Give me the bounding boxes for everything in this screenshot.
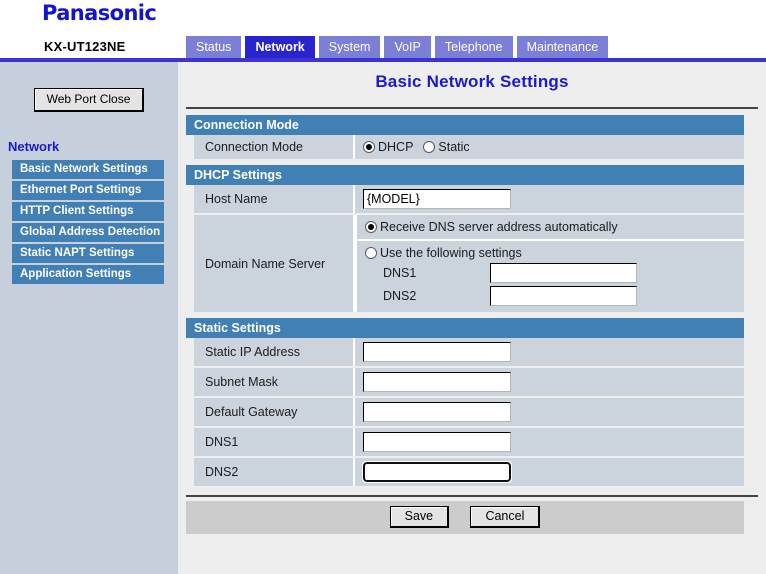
sidebar-item-basic-network-settings[interactable]: Basic Network Settings: [12, 160, 164, 179]
radio-dhcp[interactable]: [363, 141, 375, 153]
radio-dns-auto[interactable]: [365, 221, 377, 233]
table-row: DNS1: [186, 428, 744, 456]
radio-static-label: Static: [438, 140, 469, 154]
radio-dns-auto-label: Receive DNS server address automatically: [380, 220, 618, 234]
connection-mode-radio-group: DHCP Static: [363, 140, 470, 154]
tab-status[interactable]: Status: [186, 36, 241, 58]
tab-telephone[interactable]: Telephone: [435, 36, 513, 58]
dhcp-settings-section-header: DHCP Settings: [186, 165, 744, 185]
dhcp-dns1-input[interactable]: [490, 263, 637, 283]
host-name-row: Host Name: [186, 185, 744, 213]
main-content: Basic Network Settings Connection Mode C…: [178, 62, 766, 574]
dns-manual-radio-line: Use the following settings: [365, 246, 744, 260]
domain-name-server-value-cell: Receive DNS server address automatically…: [353, 215, 744, 312]
static-static-ip-address-input[interactable]: [363, 342, 511, 362]
radio-dns-manual[interactable]: [365, 247, 377, 259]
host-name-value-cell: [353, 185, 744, 213]
dhcp-dns1-row: DNS1: [365, 263, 744, 283]
dhcp-dns2-input[interactable]: [490, 286, 637, 306]
dhcp-dns2-label: DNS2: [383, 289, 490, 303]
sidebar-item-http-client-settings[interactable]: HTTP Client Settings: [12, 202, 164, 221]
tab-system[interactable]: System: [319, 36, 381, 58]
static-default-gateway-label: Default Gateway: [194, 398, 353, 426]
static-dns1-input[interactable]: [363, 432, 511, 452]
top-divider: [186, 107, 758, 109]
connection-mode-row: Connection Mode DHCP Static: [186, 135, 744, 159]
connection-mode-section-header: Connection Mode: [186, 115, 744, 135]
page-title: Basic Network Settings: [178, 62, 766, 92]
row-gutter: [186, 458, 194, 486]
web-port-close-button[interactable]: Web Port Close: [34, 88, 145, 112]
static-static-ip-address-value-cell: [353, 338, 744, 366]
tab-network[interactable]: Network: [245, 36, 314, 58]
domain-name-server-row: Domain Name Server Receive DNS server ad…: [186, 215, 744, 312]
connection-mode-section: Connection Mode Connection Mode DHCP Sta…: [186, 115, 744, 159]
radio-dhcp-label: DHCP: [378, 140, 413, 154]
dns-manual-block: Use the following settings DNS1 DNS2: [355, 239, 744, 312]
static-dns2-label: DNS2: [194, 458, 353, 486]
sidebar-item-ethernet-port-settings[interactable]: Ethernet Port Settings: [12, 181, 164, 200]
save-button[interactable]: Save: [390, 506, 450, 528]
tab-voip[interactable]: VoIP: [384, 36, 430, 58]
host-name-label: Host Name: [194, 185, 353, 213]
dns-auto-block: Receive DNS server address automatically: [355, 215, 744, 239]
sidebar-nav-list: Basic Network Settings Ethernet Port Sett…: [12, 160, 164, 284]
table-row: Default Gateway: [186, 398, 744, 426]
static-settings-rows: Static IP AddressSubnet MaskDefault Gate…: [186, 338, 744, 486]
tab-bar: KX-UT123NE StatusNetworkSystemVoIPTeleph…: [0, 36, 766, 58]
row-gutter: [186, 215, 194, 312]
domain-name-server-label: Domain Name Server: [194, 215, 353, 312]
static-subnet-mask-value-cell: [353, 368, 744, 396]
dhcp-dns2-row: DNS2: [365, 286, 744, 306]
row-gutter: [186, 135, 194, 159]
row-gutter: [186, 338, 194, 366]
dhcp-settings-section: DHCP Settings Host Name Domain Name Serv…: [186, 165, 744, 312]
static-settings-section: Static Settings Static IP AddressSubnet …: [186, 318, 744, 486]
static-subnet-mask-input[interactable]: [363, 372, 511, 392]
row-gutter: [186, 368, 194, 396]
device-model-label: KX-UT123NE: [44, 39, 125, 54]
static-dns1-value-cell: [353, 428, 744, 456]
bottom-divider: [186, 495, 758, 497]
row-gutter: [186, 428, 194, 456]
radio-static[interactable]: [423, 141, 435, 153]
host-name-input[interactable]: [363, 189, 511, 209]
row-gutter: [186, 185, 194, 213]
static-subnet-mask-label: Subnet Mask: [194, 368, 353, 396]
sidebar-item-static-napt-settings[interactable]: Static NAPT Settings: [12, 244, 164, 263]
table-row: Static IP Address: [186, 338, 744, 366]
panasonic-logo: Panasonic: [42, 1, 156, 25]
static-settings-section-header: Static Settings: [186, 318, 744, 338]
radio-dns-manual-label: Use the following settings: [380, 246, 522, 260]
connection-mode-label: Connection Mode: [194, 135, 353, 159]
web-port-close-container: Web Port Close: [0, 62, 178, 112]
static-dns2-input[interactable]: [363, 462, 511, 482]
sidebar-section-title: Network: [8, 139, 178, 154]
form-actions: Save Cancel: [186, 501, 744, 534]
main-tabs: StatusNetworkSystemVoIPTelephoneMaintena…: [186, 36, 612, 58]
row-gutter: [186, 398, 194, 426]
dns-auto-radio-line: Receive DNS server address automatically: [365, 220, 744, 234]
connection-mode-value: DHCP Static: [353, 135, 744, 159]
static-dns1-label: DNS1: [194, 428, 353, 456]
sidebar: Web Port Close Network Basic Network Set…: [0, 62, 178, 574]
sidebar-item-application-settings[interactable]: Application Settings: [12, 265, 164, 284]
table-row: DNS2: [186, 458, 744, 486]
static-default-gateway-value-cell: [353, 398, 744, 426]
page-header: Panasonic: [0, 0, 766, 36]
tab-maintenance[interactable]: Maintenance: [517, 36, 609, 58]
sidebar-item-global-address-detection[interactable]: Global Address Detection: [12, 223, 164, 242]
dhcp-dns1-label: DNS1: [383, 266, 490, 280]
static-dns2-value-cell: [353, 458, 744, 486]
cancel-button[interactable]: Cancel: [470, 506, 540, 528]
static-static-ip-address-label: Static IP Address: [194, 338, 353, 366]
table-row: Subnet Mask: [186, 368, 744, 396]
static-default-gateway-input[interactable]: [363, 402, 511, 422]
